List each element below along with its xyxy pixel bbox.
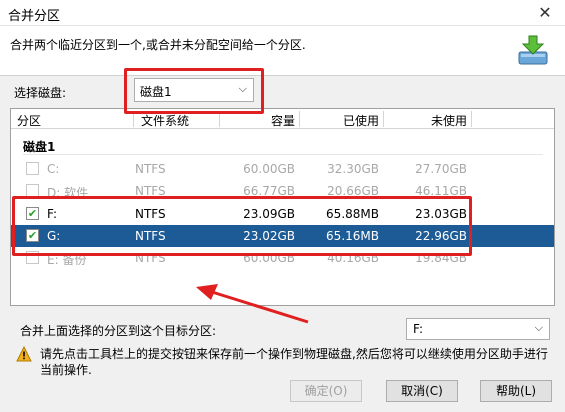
partition-fs: NTFS xyxy=(135,229,166,243)
target-partition-select[interactable]: F: ⌵ xyxy=(406,318,550,340)
disk-select-label: 选择磁盘: xyxy=(14,86,67,100)
ok-button[interactable]: 确定(O) xyxy=(290,380,362,402)
column-divider xyxy=(133,111,134,127)
disk-select-value: 磁盘1 xyxy=(140,85,172,99)
partition-fs: NTFS xyxy=(135,207,166,221)
partition-checkbox[interactable]: ✔ xyxy=(26,229,39,242)
dialog-header: 合并两个临近分区到一个,或合并未分配空间给一个分区. xyxy=(0,26,565,76)
partition-fs: NTFS xyxy=(135,162,166,176)
partition-list[interactable]: 分区 文件系统 容量 已使用 未使用 磁盘1 C: NTFS 60.00GB 32.3… xyxy=(10,108,555,306)
partition-used: 40.16GB xyxy=(327,251,379,265)
close-icon[interactable]: ✕ xyxy=(531,2,559,24)
partition-used: 65.16MB xyxy=(326,229,379,243)
partition-unused: 27.70GB xyxy=(415,162,467,176)
divider xyxy=(23,154,543,155)
partition-used: 65.88MB xyxy=(326,207,379,221)
column-capacity[interactable]: 容量 xyxy=(223,112,295,129)
partition-fs: NTFS xyxy=(135,251,166,265)
partition-unused: 46.11GB xyxy=(415,184,467,198)
partition-used: 32.30GB xyxy=(327,162,379,176)
partition-capacity: 23.02GB xyxy=(243,229,295,243)
partition-row[interactable]: ✔ F: NTFS 23.09GB 65.88MB 23.03GB xyxy=(11,203,554,225)
partition-checkbox[interactable]: ✔ xyxy=(26,207,39,220)
partition-checkbox xyxy=(26,162,39,175)
title-bar: 合并分区 ✕ xyxy=(0,0,565,26)
column-unused[interactable]: 未使用 xyxy=(387,112,467,129)
partition-checkbox xyxy=(26,251,39,264)
warning-icon xyxy=(16,346,32,362)
partition-fs: NTFS xyxy=(135,184,166,198)
partition-row[interactable]: E: 备份 NTFS 60.00GB 40.16GB 19.84GB xyxy=(11,247,554,269)
column-divider xyxy=(471,111,472,127)
partition-name: C: xyxy=(47,162,60,176)
column-divider xyxy=(383,111,384,127)
cancel-button[interactable]: 取消(C) xyxy=(386,380,458,402)
help-button[interactable]: 帮助(L) xyxy=(480,380,552,402)
partition-used: 20.66GB xyxy=(327,184,379,198)
partition-unused: 19.84GB xyxy=(415,251,467,265)
disk-group-title: 磁盘1 xyxy=(23,140,56,154)
target-label: 合并上面选择的分区到这个目标分区: xyxy=(20,324,217,338)
partition-name: G: xyxy=(47,229,61,243)
partition-name: D: 软件 xyxy=(47,186,89,200)
partition-capacity: 60.00GB xyxy=(243,162,295,176)
column-divider xyxy=(299,111,300,127)
column-divider xyxy=(219,111,220,127)
partition-name: E: 备份 xyxy=(47,253,87,267)
column-filesystem[interactable]: 文件系统 xyxy=(141,112,189,129)
chevron-down-icon: ⌵ xyxy=(238,82,247,95)
partition-row[interactable]: D: 软件 NTFS 66.77GB 20.66GB 46.11GB xyxy=(11,180,554,202)
column-used[interactable]: 已使用 xyxy=(303,112,379,129)
partition-name: F: xyxy=(47,207,58,221)
partition-capacity: 66.77GB xyxy=(243,184,295,198)
partition-checkbox xyxy=(26,184,39,197)
disk-select[interactable]: 磁盘1 ⌵ xyxy=(134,78,254,102)
partition-capacity: 60.00GB xyxy=(243,251,295,265)
dialog-description: 合并两个临近分区到一个,或合并未分配空间给一个分区. xyxy=(10,38,306,52)
partition-row[interactable]: C: NTFS 60.00GB 32.30GB 27.70GB xyxy=(11,158,554,180)
warning-text: 请先点击工具栏上的提交按钮来保存前一个操作到物理磁盘,然后您将可以继续使用分区助… xyxy=(40,347,548,377)
column-partition[interactable]: 分区 xyxy=(17,112,41,129)
window-title: 合并分区 xyxy=(8,9,61,24)
list-header: 分区 文件系统 容量 已使用 未使用 xyxy=(11,109,554,129)
partition-unused: 22.96GB xyxy=(415,229,467,243)
partition-row[interactable]: ✔ G: NTFS 23.02GB 65.16MB 22.96GB xyxy=(11,225,554,247)
merge-partition-icon xyxy=(518,35,548,65)
partition-capacity: 23.09GB xyxy=(243,207,295,221)
partition-unused: 23.03GB xyxy=(415,207,467,221)
chevron-down-icon: ⌵ xyxy=(534,321,543,334)
target-select-value: F: xyxy=(413,322,424,336)
